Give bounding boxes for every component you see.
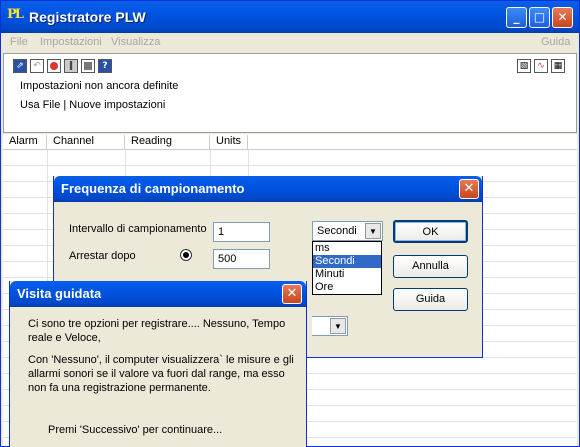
menu-bar: File Impostazioni Visualizza Guida [1, 33, 579, 52]
unit-option-minuti[interactable]: Minuti [313, 268, 381, 281]
unit-option-ore[interactable]: Ore [313, 281, 381, 294]
grid-header: Alarm Channel Reading Units [3, 134, 577, 150]
guided-tour-dialog: Visita guidata ✕ Ci sono tre opzioni per… [9, 281, 307, 447]
chevron-down-icon[interactable]: ▼ [330, 318, 346, 334]
tour-paragraph-1: Ci sono tre opzioni per registrare.... N… [28, 318, 286, 344]
title-bar[interactable]: PL Registratore PLW _ □ ✕ [1, 1, 579, 33]
graph-view-icon[interactable]: ▧ [517, 59, 531, 73]
menu-file[interactable]: File [10, 36, 28, 48]
open-icon[interactable]: ⇗ [13, 59, 27, 73]
stop-icon[interactable] [81, 59, 95, 73]
guided-tour-title: Visita guidata [17, 286, 102, 301]
record-icon[interactable] [47, 59, 61, 73]
maximize-button[interactable]: □ [529, 7, 550, 28]
chevron-down-icon[interactable]: ▼ [365, 223, 381, 239]
unit-option-secondi[interactable]: Secondi [313, 255, 381, 268]
menu-guida[interactable]: Guida [541, 36, 570, 48]
column-units[interactable]: Units [210, 135, 248, 150]
stop-after-input[interactable]: 500 [213, 249, 270, 269]
menu-visualizza[interactable]: Visualizza [111, 36, 160, 48]
tour-paragraph-3: Premi 'Successivo' per continuare... [48, 424, 223, 436]
sampling-dialog-titlebar[interactable]: Frequenza di campionamento ✕ [54, 176, 482, 202]
toolbar-area: ⇗ ↶ ‖ ? ▧ ∿ ▦ Impostazioni non ancora de… [3, 53, 577, 133]
sampling-dialog-close-button[interactable]: ✕ [459, 179, 479, 199]
guided-tour-titlebar[interactable]: Visita guidata ✕ [10, 281, 306, 307]
pause-icon[interactable]: ‖ [64, 59, 78, 73]
interval-unit-select[interactable]: Secondi ▼ [312, 221, 383, 241]
table-view-icon[interactable]: ▦ [551, 59, 565, 73]
close-button[interactable]: ✕ [552, 7, 573, 28]
chart-view-icon[interactable]: ∿ [534, 59, 548, 73]
column-alarm[interactable]: Alarm [3, 135, 47, 150]
stop-after-radio[interactable] [181, 250, 191, 260]
menu-impostazioni[interactable]: Impostazioni [40, 36, 102, 48]
interval-unit-value: Secondi [317, 225, 357, 237]
status-line-1: Impostazioni non ancora definite [20, 80, 179, 92]
cancel-button[interactable]: Annulla [393, 255, 468, 278]
help-icon[interactable]: ? [98, 59, 112, 73]
interval-input[interactable]: 1 [213, 222, 270, 242]
ok-button[interactable]: OK [393, 220, 468, 243]
help-button[interactable]: Guida [393, 288, 468, 311]
status-line-2: Usa File | Nuove impostazioni [20, 99, 166, 111]
interval-label: Intervallo di campionamento [69, 223, 207, 235]
column-reading[interactable]: Reading [125, 135, 210, 150]
stop-after-label: Arrestar dopo [69, 250, 136, 262]
guided-tour-close-button[interactable]: ✕ [282, 284, 302, 304]
sampling-dialog-title: Frequenza di campionamento [61, 181, 245, 196]
mode-select[interactable]: ▼ [312, 316, 348, 336]
tour-paragraph-2: Con 'Nessuno', il computer visualizzera`… [28, 354, 294, 394]
unit-dropdown-list: ms Secondi Minuti Ore [312, 241, 382, 295]
unit-option-ms[interactable]: ms [313, 242, 381, 255]
undo-icon[interactable]: ↶ [30, 59, 44, 73]
minimize-button[interactable]: _ [506, 7, 527, 28]
plw-logo-icon: PL [7, 7, 24, 22]
window-title: Registratore PLW [29, 9, 146, 25]
column-channel[interactable]: Channel [47, 135, 125, 150]
